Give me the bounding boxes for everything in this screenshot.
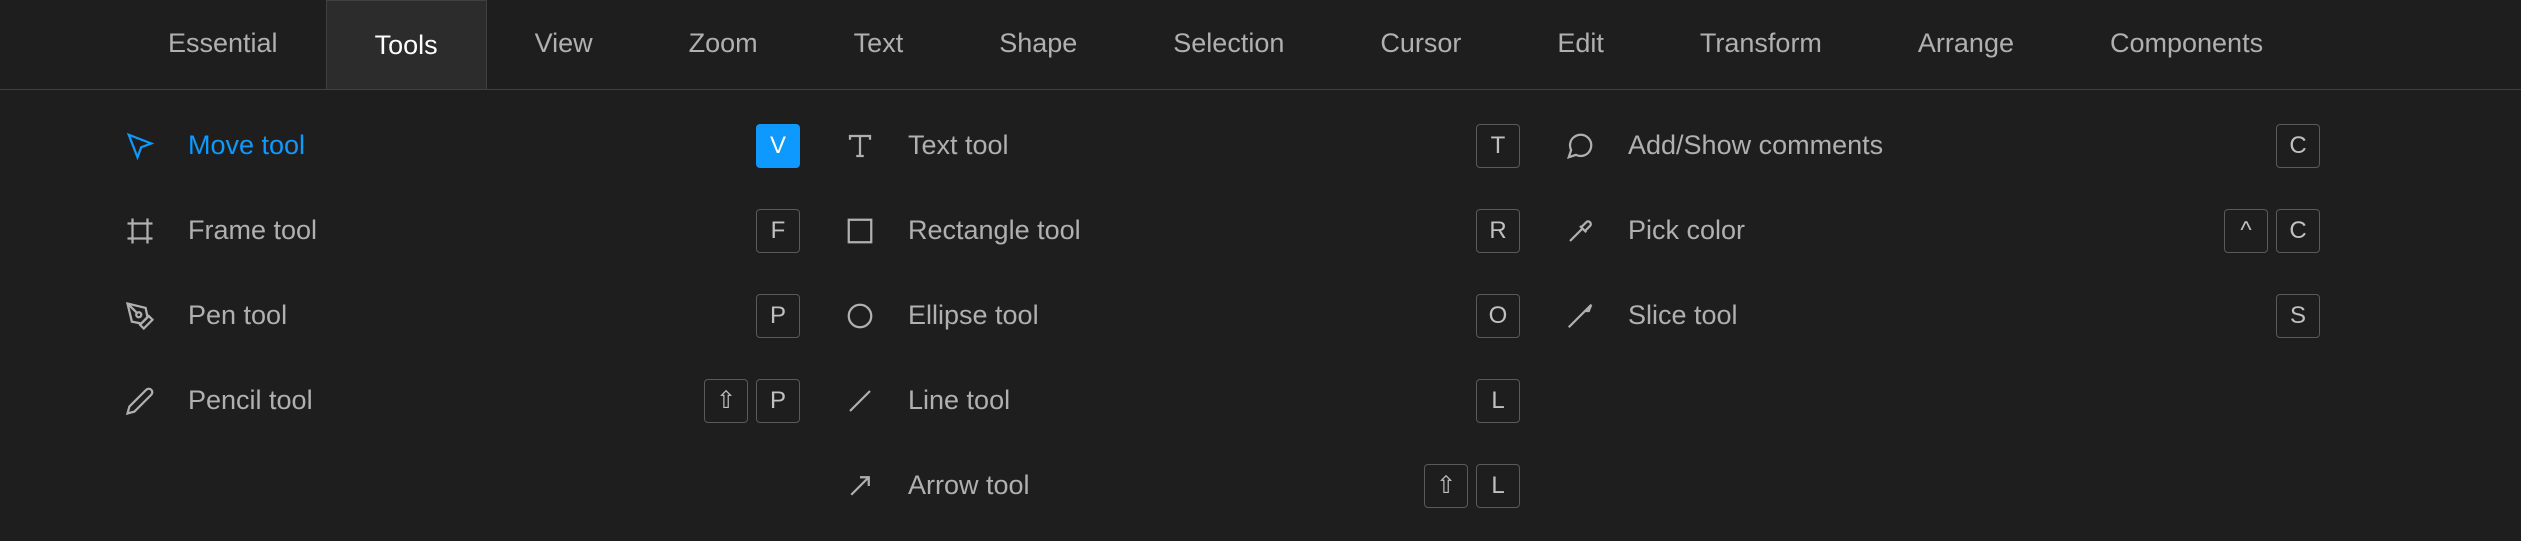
shortcut-label: Line tool	[908, 385, 1448, 416]
tab-selection[interactable]: Selection	[1125, 0, 1332, 89]
tab-bar: Essential Tools View Zoom Text Shape Sel…	[0, 0, 2521, 90]
shortcuts-column-3: Add/Show comments C Pick color ^ C Slice…	[1560, 118, 2320, 513]
tab-text[interactable]: Text	[806, 0, 952, 89]
key-badge: S	[2276, 294, 2320, 338]
shortcut-keys: O	[1476, 294, 1520, 338]
pencil-icon	[120, 381, 160, 421]
key-badge: V	[756, 124, 800, 168]
shortcut-keys: T	[1476, 124, 1520, 168]
shortcut-label: Arrow tool	[908, 470, 1396, 501]
shortcuts-column-2: Text tool T Rectangle tool R Ellipse too…	[840, 118, 1520, 513]
shortcut-keys: L	[1476, 379, 1520, 423]
tab-zoom[interactable]: Zoom	[641, 0, 806, 89]
shortcut-text-tool[interactable]: Text tool T	[840, 118, 1520, 173]
shortcut-keys: ^ C	[2224, 209, 2320, 253]
tab-arrange[interactable]: Arrange	[1870, 0, 2062, 89]
tab-components[interactable]: Components	[2062, 0, 2311, 89]
shortcuts-column-1: Move tool V Frame tool F Pen tool P	[120, 118, 800, 513]
key-badge: T	[1476, 124, 1520, 168]
shortcut-pick-color[interactable]: Pick color ^ C	[1560, 203, 2320, 258]
key-badge-shift: ⇧	[1424, 464, 1468, 508]
shortcut-label: Frame tool	[188, 215, 728, 246]
key-badge: L	[1476, 379, 1520, 423]
line-icon	[840, 381, 880, 421]
pen-icon	[120, 296, 160, 336]
key-badge: F	[756, 209, 800, 253]
shortcut-pen-tool[interactable]: Pen tool P	[120, 288, 800, 343]
key-badge: R	[1476, 209, 1520, 253]
shortcut-ellipse-tool[interactable]: Ellipse tool O	[840, 288, 1520, 343]
key-badge: C	[2276, 124, 2320, 168]
shortcut-keys: ⇧ P	[704, 379, 800, 423]
shortcut-label: Pen tool	[188, 300, 728, 331]
slice-icon	[1560, 296, 1600, 336]
shortcut-label: Add/Show comments	[1628, 130, 2248, 161]
shortcut-comments[interactable]: Add/Show comments C	[1560, 118, 2320, 173]
comment-icon	[1560, 126, 1600, 166]
tab-shape[interactable]: Shape	[951, 0, 1125, 89]
key-badge: O	[1476, 294, 1520, 338]
ellipse-icon	[840, 296, 880, 336]
tab-edit[interactable]: Edit	[1509, 0, 1652, 89]
shortcut-frame-tool[interactable]: Frame tool F	[120, 203, 800, 258]
tab-essential[interactable]: Essential	[120, 0, 326, 89]
shortcut-keys: R	[1476, 209, 1520, 253]
key-badge: C	[2276, 209, 2320, 253]
shortcut-keys: F	[756, 209, 800, 253]
shortcut-label: Move tool	[188, 130, 728, 161]
key-badge-ctrl: ^	[2224, 209, 2268, 253]
shortcut-line-tool[interactable]: Line tool L	[840, 373, 1520, 428]
shortcut-slice-tool[interactable]: Slice tool S	[1560, 288, 2320, 343]
shortcut-keys: V	[756, 124, 800, 168]
shortcut-pencil-tool[interactable]: Pencil tool ⇧ P	[120, 373, 800, 428]
tab-cursor[interactable]: Cursor	[1332, 0, 1509, 89]
tab-view[interactable]: View	[487, 0, 641, 89]
shortcut-label: Rectangle tool	[908, 215, 1448, 246]
tab-transform[interactable]: Transform	[1652, 0, 1870, 89]
frame-icon	[120, 211, 160, 251]
shortcut-arrow-tool[interactable]: Arrow tool ⇧ L	[840, 458, 1520, 513]
key-badge: P	[756, 379, 800, 423]
shortcut-keys: C	[2276, 124, 2320, 168]
shortcut-label: Pick color	[1628, 215, 2196, 246]
shortcut-move-tool[interactable]: Move tool V	[120, 118, 800, 173]
tab-tools[interactable]: Tools	[326, 0, 487, 89]
shortcut-label: Slice tool	[1628, 300, 2248, 331]
shortcut-label: Text tool	[908, 130, 1448, 161]
shortcut-keys: ⇧ L	[1424, 464, 1520, 508]
shortcut-label: Ellipse tool	[908, 300, 1448, 331]
shortcut-keys: P	[756, 294, 800, 338]
text-icon	[840, 126, 880, 166]
shortcut-label: Pencil tool	[188, 385, 676, 416]
shortcut-keys: S	[2276, 294, 2320, 338]
shortcut-rectangle-tool[interactable]: Rectangle tool R	[840, 203, 1520, 258]
eyedropper-icon	[1560, 211, 1600, 251]
key-badge: P	[756, 294, 800, 338]
key-badge-shift: ⇧	[704, 379, 748, 423]
arrow-icon	[840, 466, 880, 506]
key-badge: L	[1476, 464, 1520, 508]
shortcuts-panel: Move tool V Frame tool F Pen tool P	[0, 90, 2521, 541]
move-icon	[120, 126, 160, 166]
rectangle-icon	[840, 211, 880, 251]
